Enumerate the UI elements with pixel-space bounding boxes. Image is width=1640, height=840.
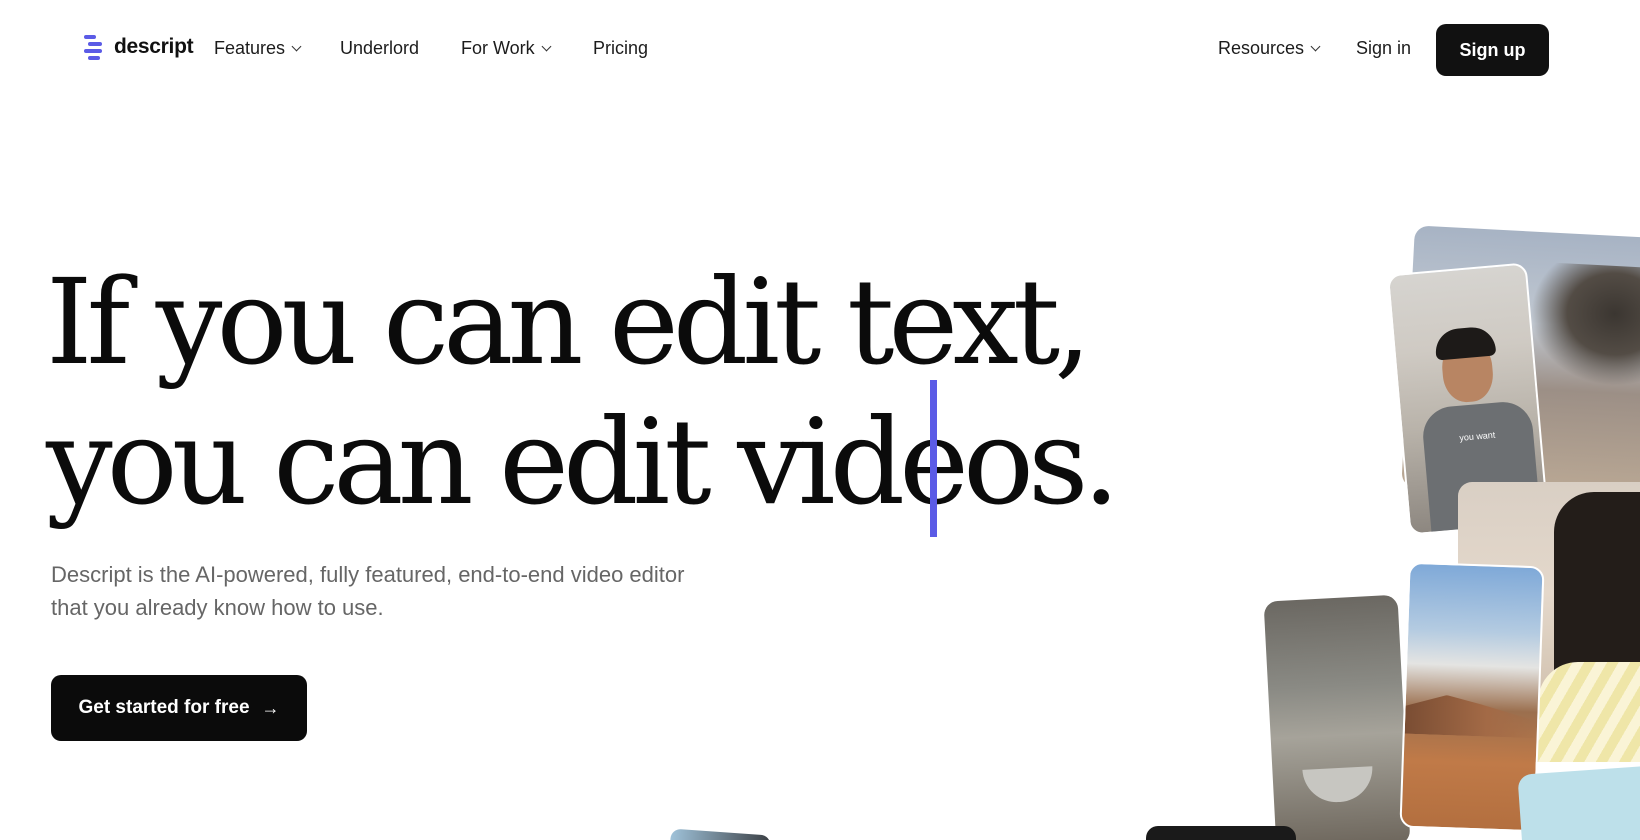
nav-item-underlord[interactable]: Underlord xyxy=(340,38,419,59)
video-thumbnail-kitchen xyxy=(1263,594,1411,840)
sign-in-label: Sign in xyxy=(1356,38,1412,58)
subtitle-line-1: Descript is the AI-powered, fully featur… xyxy=(51,562,685,587)
descript-logo-icon xyxy=(84,34,106,60)
nav-item-resources[interactable]: Resources xyxy=(1218,38,1321,59)
headline-line-1: If you can edit text, xyxy=(46,253,1092,391)
nav-item-pricing[interactable]: Pricing xyxy=(593,38,648,59)
nav-item-label: Pricing xyxy=(593,38,649,58)
nav-item-label: Underlord xyxy=(340,38,420,58)
chevron-down-icon xyxy=(541,41,552,51)
hero-subtitle: Descript is the AI-powered, fully featur… xyxy=(51,558,731,624)
nav-item-label: For Work xyxy=(461,38,535,58)
nav-item-for-work[interactable]: For Work xyxy=(461,38,552,59)
logo-text: descript xyxy=(114,35,194,58)
top-nav: descript Features Underlord For Work Pri… xyxy=(0,0,1640,100)
nav-item-label: Features xyxy=(214,38,286,58)
nav-item-features[interactable]: Features xyxy=(214,38,302,59)
arrow-right-icon: → xyxy=(261,697,280,718)
descript-logo[interactable]: descript xyxy=(84,34,194,60)
chevron-down-icon xyxy=(291,41,302,51)
text-cursor xyxy=(930,380,937,537)
video-thumbnail-partial xyxy=(669,828,771,840)
chevron-down-icon xyxy=(1310,41,1321,51)
get-started-button[interactable]: Get started for free → xyxy=(51,675,307,741)
sign-in-link[interactable]: Sign in xyxy=(1356,38,1411,59)
video-thumbnail-dark xyxy=(1146,826,1296,840)
nav-item-label: Resources xyxy=(1218,38,1305,58)
video-thumbnail-sky xyxy=(1517,765,1640,840)
headline-line-2: you can edit videos. xyxy=(46,393,1120,531)
subtitle-line-2: that you already know how to use. xyxy=(51,595,384,620)
sign-up-button[interactable]: Sign up xyxy=(1436,24,1549,76)
hero-headline: If you can edit text, you can edit video… xyxy=(46,252,1120,532)
get-started-label: Get started for free xyxy=(78,697,250,718)
